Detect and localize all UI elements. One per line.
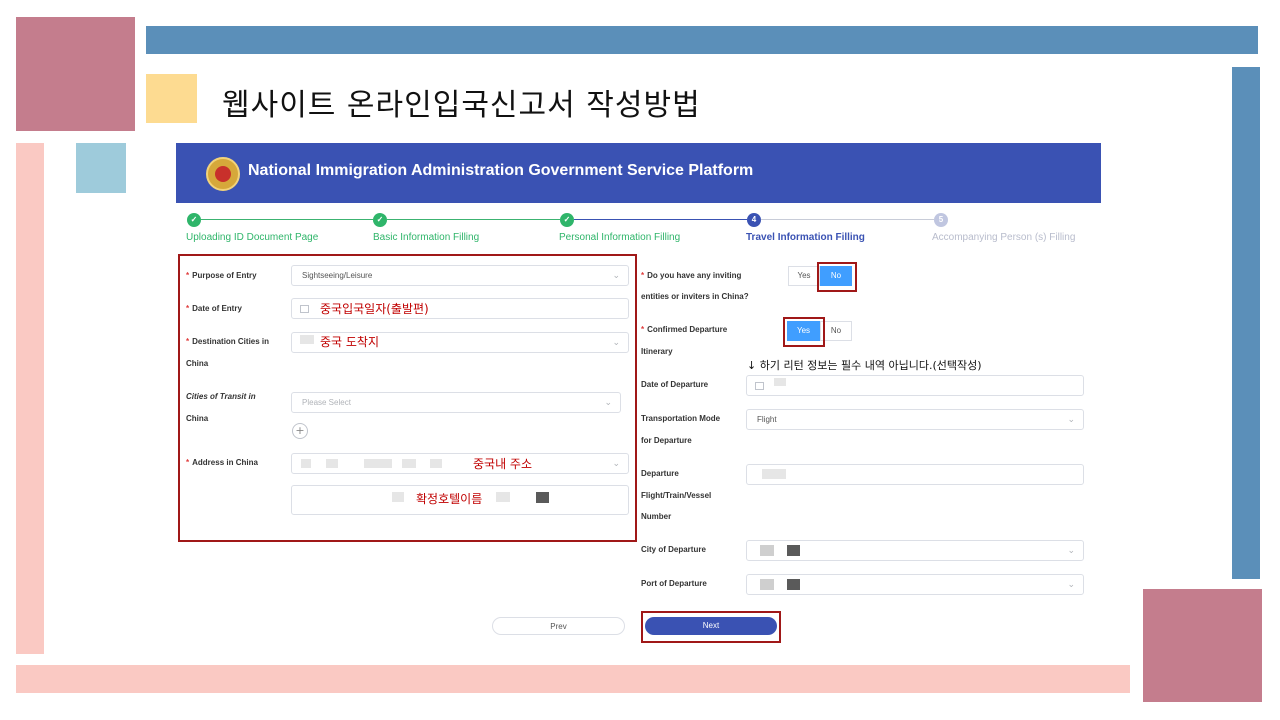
date-of-departure-label: Date of Departure <box>641 380 709 389</box>
step-label-5: Accompanying Person (s) Filling <box>932 232 1076 243</box>
city-of-departure-label: City of Departure <box>641 545 706 554</box>
flight-number-input[interactable] <box>746 464 1084 485</box>
step-line-4 <box>761 219 934 220</box>
slide-title: 웹사이트 온라인입국신고서 작성방법 <box>222 88 701 123</box>
deco-rose-square-top <box>16 17 135 131</box>
national-emblem-icon <box>206 157 240 191</box>
highlight-confirmed-yes <box>783 317 825 347</box>
confirmed-departure-label-line1: * Confirmed Departure <box>641 325 728 334</box>
step-line-2 <box>387 219 560 220</box>
redacted-value <box>787 579 800 590</box>
highlight-inviting-no <box>817 262 857 292</box>
step-2-check-icon: ✓ <box>373 213 387 227</box>
portal-header: National Immigration Administration Gove… <box>176 143 1101 203</box>
step-label-4: Travel Information Filling <box>746 232 865 243</box>
chevron-down-icon: ⌄ <box>1067 414 1075 424</box>
step-4-number: 4 <box>747 213 761 227</box>
deco-yellow-square <box>146 74 197 123</box>
step-line-1 <box>200 219 373 220</box>
calendar-icon <box>755 382 764 390</box>
deco-rose-square-bottom <box>1143 589 1262 702</box>
transport-mode-select[interactable]: Flight ⌄ <box>746 409 1084 430</box>
prev-button[interactable]: Prev <box>492 617 625 635</box>
flight-number-label-line2: Flight/Train/Vessel <box>641 491 712 500</box>
chevron-down-icon: ⌄ <box>1067 545 1075 555</box>
step-label-1: Uploading ID Document Page <box>186 232 319 243</box>
transport-mode-label-line1: Transportation Mode <box>641 414 721 423</box>
inviting-label-line1: * Do you have any inviting <box>641 271 742 280</box>
redacted-value <box>762 469 786 479</box>
deco-top-bar <box>146 26 1258 54</box>
step-label-3: Personal Information Filling <box>559 232 681 243</box>
step-3-check-icon: ✓ <box>560 213 574 227</box>
annotation-optional-note: ↓ 하기 리턴 정보는 필수 내역 아닙니다.(선택작성) <box>747 359 982 372</box>
inviting-yes-option[interactable]: Yes <box>788 266 820 286</box>
port-of-departure-label: Port of Departure <box>641 579 707 588</box>
transport-mode-label-line2: for Departure <box>641 436 692 445</box>
flight-number-label-line1: Departure <box>641 469 679 478</box>
deco-bottom-pink-bar <box>16 665 1130 693</box>
step-line-3 <box>574 219 747 220</box>
chevron-down-icon: ⌄ <box>1067 579 1075 589</box>
portal-title: National Immigration Administration Gove… <box>248 162 754 179</box>
step-1-check-icon: ✓ <box>187 213 201 227</box>
step-label-2: Basic Information Filling <box>373 232 480 243</box>
highlight-next-button <box>641 611 781 643</box>
redacted-value <box>787 545 800 556</box>
highlight-required-fields <box>178 254 637 542</box>
redacted-value <box>760 545 774 556</box>
deco-lightblue-square <box>76 143 126 193</box>
step-5-number: 5 <box>934 213 948 227</box>
confirmed-departure-label-line2: Itinerary <box>641 347 673 356</box>
redacted-value <box>760 579 774 590</box>
deco-left-pink-bar <box>16 143 44 654</box>
deco-right-blue-bar <box>1232 67 1260 579</box>
date-of-departure-input[interactable] <box>746 375 1084 396</box>
redacted-value <box>774 378 786 386</box>
flight-number-label-line3: Number <box>641 512 672 521</box>
portal-screenshot: National Immigration Administration Gove… <box>176 143 1101 653</box>
inviting-label-line2: entities or inviters in China? <box>641 292 749 301</box>
